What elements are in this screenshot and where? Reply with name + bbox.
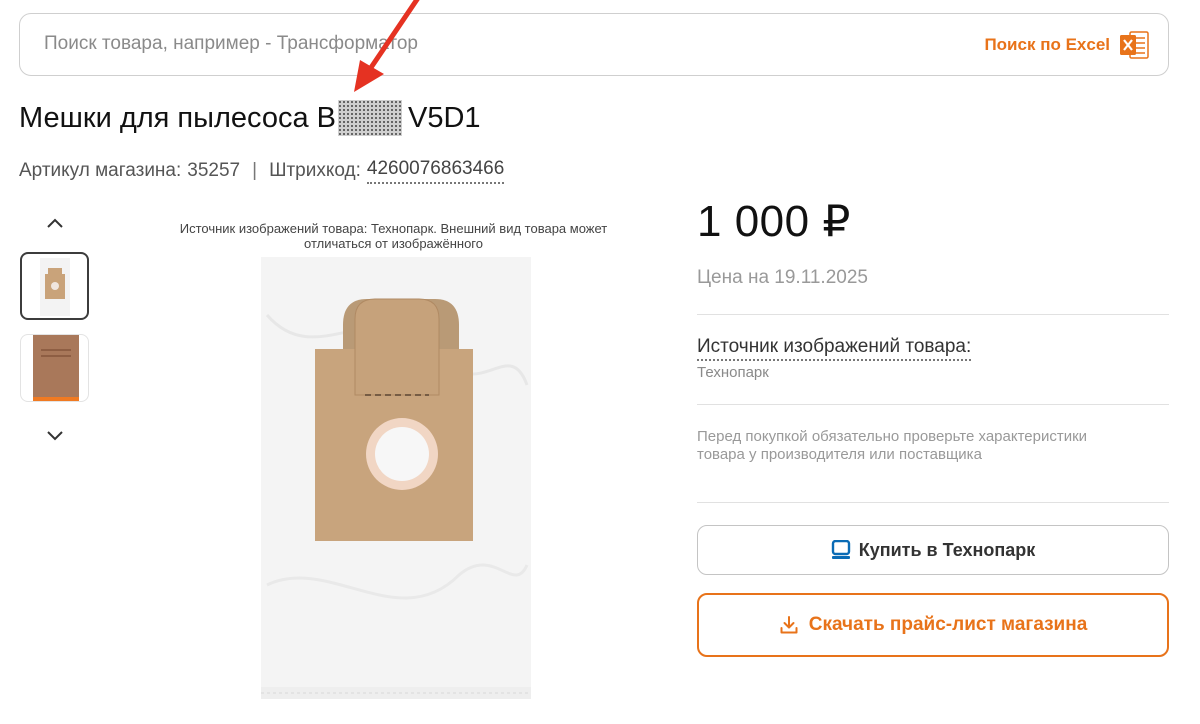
- image-source-note: Источник изображений товара: Технопарк. …: [179, 221, 608, 251]
- excel-search-label: Поиск по Excel: [984, 35, 1110, 54]
- divider: [697, 404, 1169, 405]
- thumbnail-scroll-up-button[interactable]: [40, 212, 70, 234]
- vacuum-bag-thumbnail-icon: [40, 258, 70, 316]
- buy-in-technopark-button[interactable]: Купить в Технопарк: [697, 525, 1169, 575]
- buy-button-label: Купить в Технопарк: [858, 539, 1036, 560]
- sku-label: Артикул магазина:: [19, 160, 182, 181]
- download-button-label: Скачать прайс-лист магазина: [808, 614, 1088, 635]
- barcode-value[interactable]: 4260076863466: [366, 158, 505, 184]
- product-title-prefix: Мешки для пылесоса В: [19, 101, 337, 134]
- chevron-up-icon: [47, 218, 63, 228]
- image-source-label[interactable]: Источник изображений товара:: [697, 336, 972, 361]
- product-title: Мешки для пылесоса В V5D1: [19, 100, 481, 136]
- excel-search-button[interactable]: Поиск по Excel: [984, 30, 1150, 60]
- price-date: Цена на 19.11.2025: [697, 267, 868, 288]
- product-meta: Артикул магазина: 35257 | Штрихкод: 4260…: [19, 158, 505, 184]
- price: 1 000 ₽: [697, 197, 851, 246]
- download-icon: [780, 616, 798, 634]
- censored-brand: [338, 100, 403, 136]
- thumbnail-front[interactable]: [20, 252, 89, 320]
- barcode-label: Штрихкод:: [269, 160, 361, 181]
- meta-separator: |: [252, 160, 258, 181]
- divider: [697, 314, 1169, 315]
- divider: [697, 502, 1169, 503]
- purchase-warning: Перед покупкой обязательно проверьте хар…: [697, 428, 1088, 463]
- download-price-list-button[interactable]: Скачать прайс-лист магазина: [697, 593, 1169, 657]
- product-title-suffix: V5D1: [408, 101, 481, 134]
- excel-file-icon: [1120, 31, 1149, 59]
- technopark-logo-icon: [831, 540, 850, 559]
- thumbnail-package[interactable]: [20, 334, 89, 402]
- thumbnail-scroll-down-button[interactable]: [40, 424, 70, 446]
- annotation-arrow: [354, 0, 420, 92]
- chevron-down-icon: [47, 431, 63, 441]
- search-bar: Поиск по Excel: [19, 13, 1169, 76]
- package-thumbnail-icon: [33, 335, 79, 401]
- search-input[interactable]: [44, 14, 844, 74]
- image-source-value: Технопарк: [697, 364, 769, 381]
- product-main-image[interactable]: [259, 255, 533, 707]
- sku-value: 35257: [187, 160, 241, 181]
